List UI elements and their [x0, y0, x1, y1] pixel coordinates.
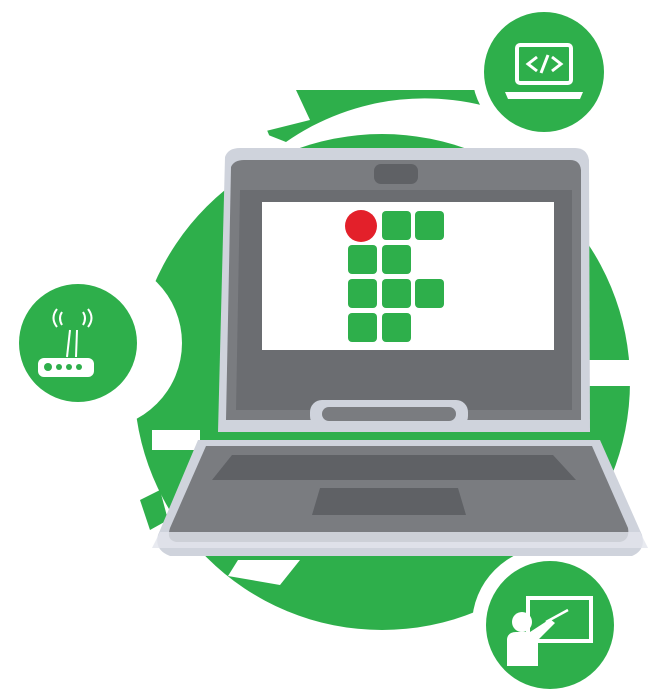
keyboard-area	[212, 455, 576, 480]
logo-red-dot	[345, 210, 377, 242]
wifi-router-icon	[19, 284, 137, 402]
touchpad	[312, 488, 466, 515]
illustration-stage	[0, 0, 664, 693]
laptop	[152, 148, 648, 556]
laptop-code-icon	[484, 12, 604, 132]
webcam-notch	[374, 164, 418, 184]
teacher-board-icon	[486, 561, 614, 689]
illustration-canvas	[0, 0, 664, 693]
